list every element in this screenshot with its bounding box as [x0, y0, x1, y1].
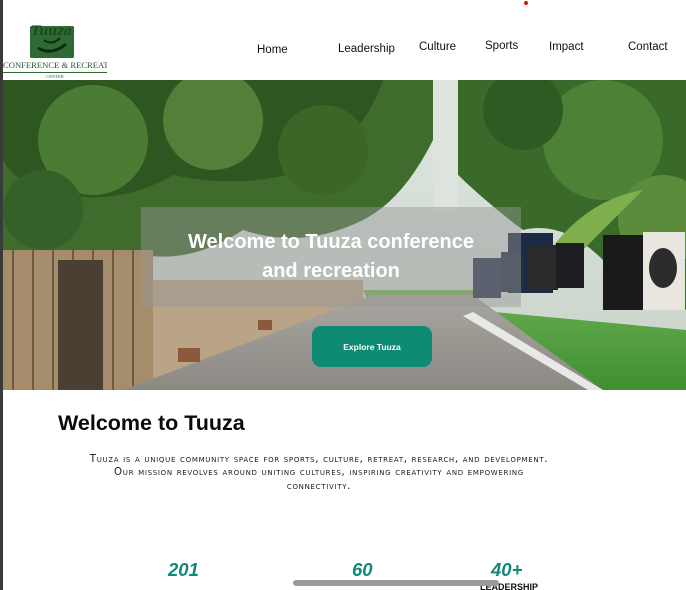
nav-culture[interactable]: Culture [419, 41, 456, 53]
logo-tagline: CENTER [3, 72, 107, 79]
logo-subtitle: CONFERENCE & RECREATION [3, 60, 107, 70]
logo-wordmark: Tuuza [31, 24, 72, 39]
nav-home[interactable]: Home [257, 44, 288, 56]
nav-sports[interactable]: Sports [485, 40, 518, 52]
hero-title-line1: Welcome to Tuuza conference [188, 231, 474, 253]
hero-title: Welcome to Tuuza conference and recreati… [141, 228, 521, 286]
nav-impact[interactable]: Impact [549, 41, 584, 53]
intro-text: Tuuza is a unique community space for sp… [89, 454, 549, 492]
nav-leadership[interactable]: Leadership [338, 43, 395, 55]
site-header: Tuuza CONFERENCE & RECREATION CENTER Hom… [3, 20, 686, 80]
horizontal-scrollbar[interactable] [293, 580, 499, 586]
site-logo[interactable]: Tuuza CONFERENCE & RECREATION CENTER [3, 24, 113, 80]
hero-section: Welcome to Tuuza conference and recreati… [3, 80, 686, 390]
stat-value-3: 40+ [491, 559, 523, 580]
hero-title-line2: and recreation [262, 260, 400, 282]
intro-title: Welcome to Tuuza [58, 411, 245, 435]
stat-value-1: 201 [168, 559, 199, 580]
explore-button[interactable]: Explore Tuuza [312, 326, 432, 367]
nav-contact[interactable]: Contact [628, 41, 668, 53]
stat-value-2: 60 [352, 559, 373, 580]
indicator-dot [524, 1, 528, 5]
